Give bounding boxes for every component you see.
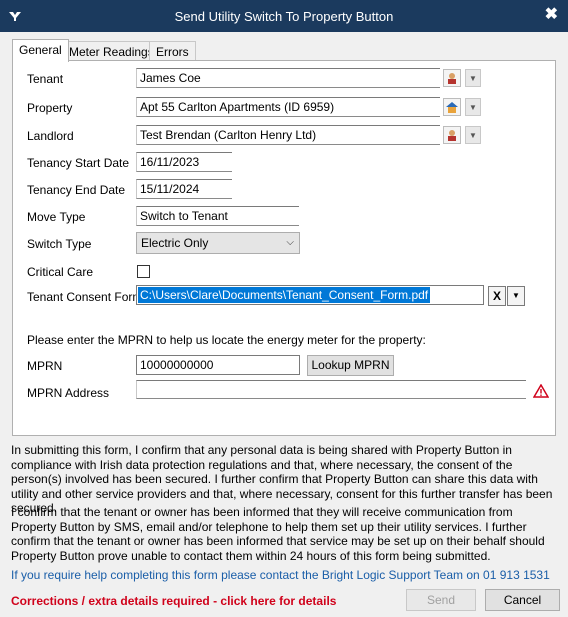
tenant-dropdown-icon[interactable]: ▼ xyxy=(465,69,481,87)
warning-icon xyxy=(533,384,549,398)
clear-button[interactable]: X xyxy=(488,286,506,306)
move-type-label: Move Type xyxy=(27,210,86,224)
window-title: Send Utility Switch To Property Button xyxy=(174,9,394,24)
person-icon[interactable] xyxy=(443,126,461,144)
tenancy-end-field[interactable]: 15/11/2024 xyxy=(136,179,232,199)
tab-errors[interactable]: Errors xyxy=(149,41,196,61)
landlord-dropdown-icon[interactable]: ▼ xyxy=(465,126,481,144)
consent-form-label: Tenant Consent Form xyxy=(27,290,143,304)
tenancy-start-field[interactable]: 16/11/2023 xyxy=(136,152,232,172)
house-icon[interactable] xyxy=(443,98,461,116)
title-bar: Send Utility Switch To Property Button ✖ xyxy=(0,0,568,32)
help-text[interactable]: If you require help completing this form… xyxy=(11,568,550,582)
property-field[interactable]: Apt 55 Carlton Apartments (ID 6959) xyxy=(136,97,440,117)
corrections-link[interactable]: Corrections / extra details required - c… xyxy=(11,594,336,608)
consent-form-path: C:\Users\Clare\Documents\Tenant_Consent_… xyxy=(138,287,431,303)
mprn-address-label: MPRN Address xyxy=(27,386,110,400)
consent-dropdown-icon[interactable]: ▼ xyxy=(507,286,525,306)
critical-care-checkbox[interactable] xyxy=(137,265,150,278)
mprn-address-field[interactable] xyxy=(136,380,526,399)
switch-type-label: Switch Type xyxy=(27,237,92,251)
property-dropdown-icon[interactable]: ▼ xyxy=(465,98,481,116)
mprn-prompt: Please enter the MPRN to help us locate … xyxy=(27,333,426,347)
critical-care-label: Critical Care xyxy=(27,265,94,279)
landlord-label: Landlord xyxy=(27,129,74,143)
switch-type-select[interactable]: Electric Only ⌵ xyxy=(136,232,300,254)
landlord-field[interactable]: Test Brendan (Carlton Henry Ltd) xyxy=(136,125,440,145)
contact-consent-paragraph: I confirm that the tenant or owner has b… xyxy=(11,505,545,563)
send-button[interactable]: Send xyxy=(406,589,476,611)
tab-meter-readings[interactable]: Meter Readings xyxy=(62,41,161,61)
tenancy-end-label: Tenancy End Date xyxy=(27,183,126,197)
consent-form-field[interactable]: C:\Users\Clare\Documents\Tenant_Consent_… xyxy=(136,285,484,305)
close-icon[interactable]: ✖ xyxy=(545,6,558,24)
cancel-button[interactable]: Cancel xyxy=(485,589,560,611)
move-type-field[interactable]: Switch to Tenant xyxy=(136,206,299,226)
lookup-mprn-button[interactable]: Lookup MPRN xyxy=(307,355,394,376)
chevron-down-icon: ⌵ xyxy=(286,237,294,248)
switch-type-value: Electric Only xyxy=(141,236,209,250)
tenant-label: Tenant xyxy=(27,72,64,86)
person-icon[interactable] xyxy=(443,69,461,87)
tab-general[interactable]: General xyxy=(12,39,69,62)
tenant-field[interactable]: James Coe xyxy=(136,68,440,88)
property-label: Property xyxy=(27,101,73,115)
tenancy-start-label: Tenancy Start Date xyxy=(27,156,130,170)
mprn-label: MPRN xyxy=(27,359,63,373)
mprn-input[interactable]: 10000000000 xyxy=(136,355,300,375)
